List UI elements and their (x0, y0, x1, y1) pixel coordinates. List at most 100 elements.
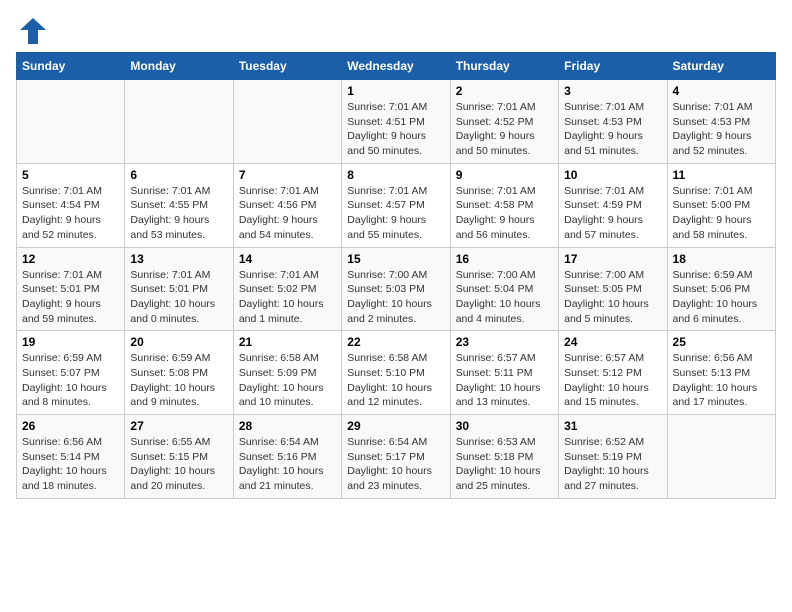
day-info: Sunrise: 7:01 AMSunset: 4:57 PMDaylight:… (347, 184, 444, 243)
calendar-cell: 27 Sunrise: 6:55 AMSunset: 5:15 PMDayligh… (125, 415, 233, 499)
calendar-cell: 2 Sunrise: 7:01 AMSunset: 4:52 PMDaylight… (450, 80, 558, 164)
day-info: Sunrise: 7:01 AMSunset: 4:53 PMDaylight:… (564, 100, 661, 159)
calendar-cell (17, 80, 125, 164)
calendar-cell: 29 Sunrise: 6:54 AMSunset: 5:17 PMDayligh… (342, 415, 450, 499)
day-number: 22 (347, 335, 444, 349)
calendar-cell: 8 Sunrise: 7:01 AMSunset: 4:57 PMDaylight… (342, 163, 450, 247)
day-info: Sunrise: 7:01 AMSunset: 4:54 PMDaylight:… (22, 184, 119, 243)
day-info: Sunrise: 7:01 AMSunset: 4:56 PMDaylight:… (239, 184, 336, 243)
calendar-cell: 14 Sunrise: 7:01 AMSunset: 5:02 PMDayligh… (233, 247, 341, 331)
calendar-cell: 12 Sunrise: 7:01 AMSunset: 5:01 PMDayligh… (17, 247, 125, 331)
calendar-cell: 11Sunrise: 7:01 AMSunset: 5:00 PMDayligh… (667, 163, 775, 247)
day-info: Sunrise: 7:01 AMSunset: 4:55 PMDaylight:… (130, 184, 227, 243)
day-info: Sunrise: 6:54 AMSunset: 5:17 PMDaylight:… (347, 435, 444, 494)
day-number: 30 (456, 419, 553, 433)
day-number: 3 (564, 84, 661, 98)
calendar-cell: 28 Sunrise: 6:54 AMSunset: 5:16 PMDayligh… (233, 415, 341, 499)
calendar-cell: 20Sunrise: 6:59 AMSunset: 5:08 PMDayligh… (125, 331, 233, 415)
calendar-cell: 16 Sunrise: 7:00 AMSunset: 5:04 PMDayligh… (450, 247, 558, 331)
calendar-cell: 26 Sunrise: 6:56 AMSunset: 5:14 PMDayligh… (17, 415, 125, 499)
day-number: 21 (239, 335, 336, 349)
logo (16, 16, 48, 42)
day-number: 24 (564, 335, 661, 349)
day-number: 27 (130, 419, 227, 433)
calendar-cell: 18 Sunrise: 6:59 AMSunset: 5:06 PMDayligh… (667, 247, 775, 331)
calendar-cell: 5Sunrise: 7:01 AMSunset: 4:54 PMDaylight… (17, 163, 125, 247)
calendar-cell: 25 Sunrise: 6:56 AMSunset: 5:13 PMDayligh… (667, 331, 775, 415)
week-row-2: 5Sunrise: 7:01 AMSunset: 4:54 PMDaylight… (17, 163, 776, 247)
calendar-cell: 15Sunrise: 7:00 AMSunset: 5:03 PMDayligh… (342, 247, 450, 331)
calendar-cell: 30 Sunrise: 6:53 AMSunset: 5:18 PMDayligh… (450, 415, 558, 499)
day-info: Sunrise: 7:00 AMSunset: 5:05 PMDaylight:… (564, 268, 661, 327)
calendar-cell (233, 80, 341, 164)
calendar-cell: 6 Sunrise: 7:01 AMSunset: 4:55 PMDaylight… (125, 163, 233, 247)
week-row-5: 26 Sunrise: 6:56 AMSunset: 5:14 PMDayligh… (17, 415, 776, 499)
day-number: 18 (673, 252, 770, 266)
day-number: 25 (673, 335, 770, 349)
page-header (16, 16, 776, 42)
day-info: Sunrise: 6:58 AMSunset: 5:10 PMDaylight:… (347, 351, 444, 410)
day-info: Sunrise: 6:56 AMSunset: 5:13 PMDaylight:… (673, 351, 770, 410)
weekday-header-saturday: Saturday (667, 53, 775, 80)
day-number: 12 (22, 252, 119, 266)
day-info: Sunrise: 6:53 AMSunset: 5:18 PMDaylight:… (456, 435, 553, 494)
day-info: Sunrise: 6:55 AMSunset: 5:15 PMDaylight:… (130, 435, 227, 494)
day-number: 6 (130, 168, 227, 182)
calendar-cell (667, 415, 775, 499)
day-info: Sunrise: 7:01 AMSunset: 4:51 PMDaylight:… (347, 100, 444, 159)
day-info: Sunrise: 6:52 AMSunset: 5:19 PMDaylight:… (564, 435, 661, 494)
weekday-header-sunday: Sunday (17, 53, 125, 80)
calendar-cell: 21 Sunrise: 6:58 AMSunset: 5:09 PMDayligh… (233, 331, 341, 415)
logo-icon (18, 16, 48, 46)
day-number: 2 (456, 84, 553, 98)
day-info: Sunrise: 6:56 AMSunset: 5:14 PMDaylight:… (22, 435, 119, 494)
day-number: 29 (347, 419, 444, 433)
day-info: Sunrise: 6:59 AMSunset: 5:06 PMDaylight:… (673, 268, 770, 327)
day-info: Sunrise: 7:01 AMSunset: 5:01 PMDaylight:… (130, 268, 227, 327)
day-info: Sunrise: 7:01 AMSunset: 4:58 PMDaylight:… (456, 184, 553, 243)
day-number: 13 (130, 252, 227, 266)
calendar-cell: 19Sunrise: 6:59 AMSunset: 5:07 PMDayligh… (17, 331, 125, 415)
calendar-cell (125, 80, 233, 164)
day-info: Sunrise: 7:00 AMSunset: 5:03 PMDaylight:… (347, 268, 444, 327)
weekday-header-row: SundayMondayTuesdayWednesdayThursdayFrid… (17, 53, 776, 80)
day-number: 23 (456, 335, 553, 349)
day-number: 28 (239, 419, 336, 433)
calendar-cell: 10Sunrise: 7:01 AMSunset: 4:59 PMDayligh… (559, 163, 667, 247)
day-info: Sunrise: 6:58 AMSunset: 5:09 PMDaylight:… (239, 351, 336, 410)
calendar-cell: 1 Sunrise: 7:01 AMSunset: 4:51 PMDaylight… (342, 80, 450, 164)
day-number: 31 (564, 419, 661, 433)
day-info: Sunrise: 6:54 AMSunset: 5:16 PMDaylight:… (239, 435, 336, 494)
day-info: Sunrise: 7:01 AMSunset: 5:01 PMDaylight:… (22, 268, 119, 327)
day-number: 26 (22, 419, 119, 433)
weekday-header-wednesday: Wednesday (342, 53, 450, 80)
calendar-cell: 23 Sunrise: 6:57 AMSunset: 5:11 PMDayligh… (450, 331, 558, 415)
week-row-4: 19Sunrise: 6:59 AMSunset: 5:07 PMDayligh… (17, 331, 776, 415)
calendar-cell: 13 Sunrise: 7:01 AMSunset: 5:01 PMDayligh… (125, 247, 233, 331)
day-info: Sunrise: 7:01 AMSunset: 5:02 PMDaylight:… (239, 268, 336, 327)
day-info: Sunrise: 7:01 AMSunset: 4:53 PMDaylight:… (673, 100, 770, 159)
calendar-cell: 24Sunrise: 6:57 AMSunset: 5:12 PMDayligh… (559, 331, 667, 415)
day-info: Sunrise: 7:01 AMSunset: 4:52 PMDaylight:… (456, 100, 553, 159)
day-number: 4 (673, 84, 770, 98)
day-number: 16 (456, 252, 553, 266)
calendar-cell: 7Sunrise: 7:01 AMSunset: 4:56 PMDaylight… (233, 163, 341, 247)
day-info: Sunrise: 7:00 AMSunset: 5:04 PMDaylight:… (456, 268, 553, 327)
weekday-header-thursday: Thursday (450, 53, 558, 80)
week-row-3: 12 Sunrise: 7:01 AMSunset: 5:01 PMDayligh… (17, 247, 776, 331)
weekday-header-tuesday: Tuesday (233, 53, 341, 80)
day-number: 17 (564, 252, 661, 266)
week-row-1: 1 Sunrise: 7:01 AMSunset: 4:51 PMDaylight… (17, 80, 776, 164)
calendar-cell: 3 Sunrise: 7:01 AMSunset: 4:53 PMDaylight… (559, 80, 667, 164)
weekday-header-monday: Monday (125, 53, 233, 80)
day-number: 14 (239, 252, 336, 266)
day-info: Sunrise: 6:57 AMSunset: 5:11 PMDaylight:… (456, 351, 553, 410)
weekday-header-friday: Friday (559, 53, 667, 80)
calendar-cell: 22 Sunrise: 6:58 AMSunset: 5:10 PMDayligh… (342, 331, 450, 415)
day-info: Sunrise: 7:01 AMSunset: 4:59 PMDaylight:… (564, 184, 661, 243)
day-info: Sunrise: 6:59 AMSunset: 5:07 PMDaylight:… (22, 351, 119, 410)
day-number: 8 (347, 168, 444, 182)
calendar-cell: 31 Sunrise: 6:52 AMSunset: 5:19 PMDayligh… (559, 415, 667, 499)
day-number: 9 (456, 168, 553, 182)
day-number: 1 (347, 84, 444, 98)
